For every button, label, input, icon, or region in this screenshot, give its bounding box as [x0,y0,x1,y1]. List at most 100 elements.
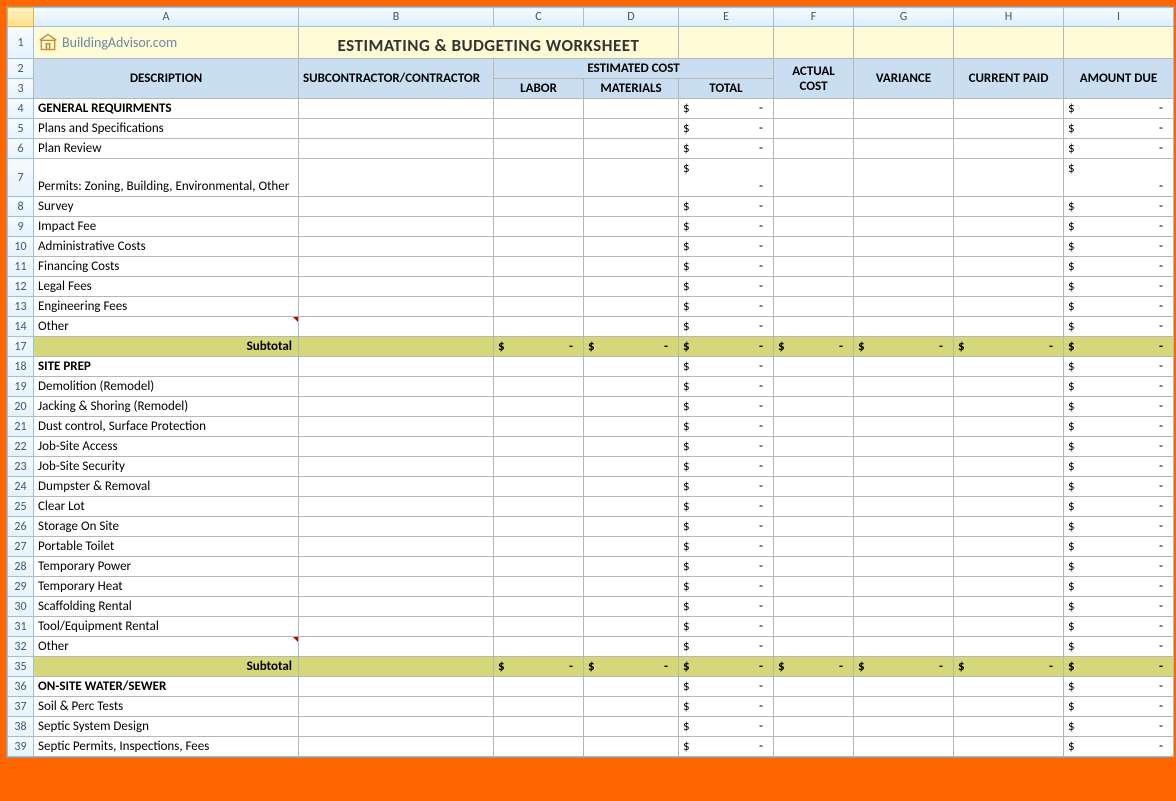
description-cell[interactable]: Clear Lot [34,497,299,517]
cell[interactable]: $- [1064,617,1174,637]
cell[interactable]: $- [679,197,774,217]
cell[interactable]: $- [1064,517,1174,537]
cell[interactable] [494,717,584,737]
cell[interactable]: $- [679,257,774,277]
cell[interactable]: $- [679,477,774,497]
cell[interactable] [494,377,584,397]
cell[interactable]: $- [1064,437,1174,457]
description-cell[interactable]: Financing Costs [34,257,299,277]
cell[interactable] [954,99,1064,119]
cell[interactable]: $- [1064,337,1174,357]
cell[interactable] [954,437,1064,457]
row-num[interactable]: 31 [8,617,34,637]
cell[interactable] [954,517,1064,537]
cell[interactable] [584,497,679,517]
cell[interactable]: $- [954,657,1064,677]
cell[interactable] [299,99,494,119]
cell[interactable]: $- [774,337,854,357]
description-cell[interactable]: Survey [34,197,299,217]
row-num[interactable]: 18 [8,357,34,377]
cell[interactable]: $- [679,497,774,517]
cell[interactable]: $- [1064,197,1174,217]
cell[interactable] [854,457,954,477]
cell[interactable] [299,417,494,437]
cell[interactable]: $- [679,657,774,677]
cell[interactable]: $- [679,217,774,237]
cell[interactable] [494,357,584,377]
cell[interactable]: $- [1064,297,1174,317]
cell[interactable] [774,237,854,257]
description-cell[interactable]: Demolition (Remodel) [34,377,299,397]
cell[interactable]: $- [1064,537,1174,557]
row-num[interactable]: 36 [8,677,34,697]
cell[interactable] [954,677,1064,697]
cell[interactable] [494,637,584,657]
cell[interactable] [584,717,679,737]
cell[interactable]: $- [679,99,774,119]
subtotal-label[interactable]: Subtotal [34,657,299,677]
description-cell[interactable]: Dumpster & Removal [34,477,299,497]
cell[interactable] [854,517,954,537]
cell[interactable] [774,517,854,537]
cell[interactable] [954,317,1064,337]
col-F[interactable]: F [774,8,854,27]
cell[interactable] [584,139,679,159]
cell[interactable] [954,397,1064,417]
cell[interactable] [584,697,679,717]
cell[interactable] [299,217,494,237]
description-cell[interactable]: Other [34,317,299,337]
cell[interactable]: $- [679,677,774,697]
row-num[interactable]: 25 [8,497,34,517]
cell[interactable] [774,497,854,517]
cell[interactable] [584,617,679,637]
cell[interactable] [854,437,954,457]
description-cell[interactable]: ON-SITE WATER/SEWER [34,677,299,697]
description-cell[interactable]: Dust control, Surface Protection [34,417,299,437]
cell[interactable]: $- [1064,277,1174,297]
row-num[interactable]: 38 [8,717,34,737]
row-num[interactable]: 9 [8,217,34,237]
cell[interactable] [954,257,1064,277]
cell[interactable] [854,557,954,577]
cell[interactable] [494,217,584,237]
cell[interactable]: $- [679,597,774,617]
cell[interactable] [584,277,679,297]
cell[interactable] [774,737,854,757]
cell[interactable] [584,417,679,437]
cell[interactable] [774,637,854,657]
description-cell[interactable]: Impact Fee [34,217,299,237]
cell[interactable]: $- [1064,257,1174,277]
row-num[interactable]: 35 [8,657,34,677]
cell[interactable] [854,577,954,597]
cell[interactable] [854,277,954,297]
cell[interactable]: $- [679,317,774,337]
cell[interactable] [494,597,584,617]
cell[interactable]: $- [679,417,774,437]
description-cell[interactable]: Septic Permits, Inspections, Fees [34,737,299,757]
row-num[interactable]: 11 [8,257,34,277]
cell[interactable]: $- [854,657,954,677]
description-cell[interactable]: Temporary Heat [34,577,299,597]
cell[interactable] [954,537,1064,557]
cell[interactable] [494,159,584,197]
cell[interactable] [774,477,854,497]
cell[interactable]: $- [494,657,584,677]
cell[interactable] [774,217,854,237]
cell[interactable]: $- [1064,697,1174,717]
cell[interactable] [299,657,494,677]
cell[interactable] [954,617,1064,637]
cell[interactable] [854,477,954,497]
cell[interactable] [954,597,1064,617]
row-num[interactable]: 7 [8,159,34,197]
cell[interactable] [954,497,1064,517]
cell[interactable] [774,397,854,417]
row-num[interactable]: 8 [8,197,34,217]
cell[interactable] [299,119,494,139]
cell[interactable]: $- [679,717,774,737]
cell[interactable] [774,277,854,297]
cell[interactable] [299,497,494,517]
col-D[interactable]: D [584,8,679,27]
cell[interactable] [854,139,954,159]
cell[interactable] [854,637,954,657]
cell[interactable] [774,577,854,597]
